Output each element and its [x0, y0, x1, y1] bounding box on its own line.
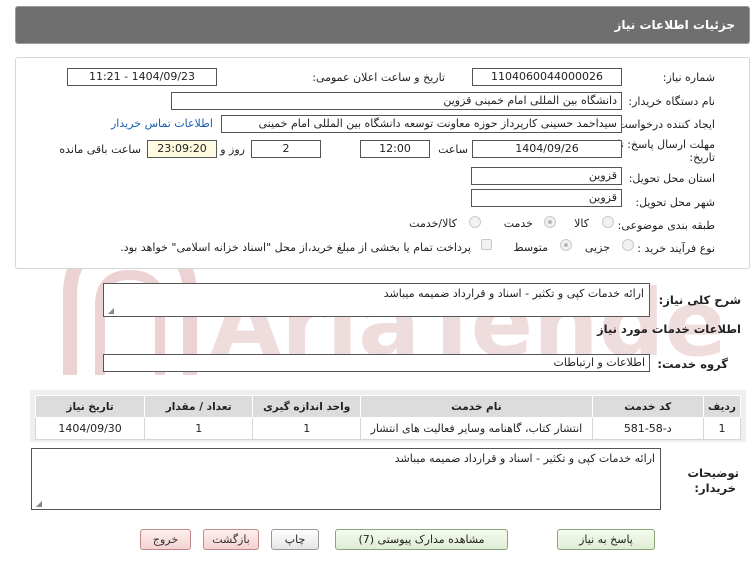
category-goods-service-label: کالا/خدمت — [409, 217, 457, 230]
category-service-radio[interactable] — [544, 216, 556, 228]
resize-handle-icon[interactable]: ◢ — [106, 307, 114, 315]
buyer-notes-label: توضیحات — [687, 466, 740, 480]
back-button[interactable]: بازگشت — [203, 529, 259, 550]
days-label: روز و — [220, 143, 245, 156]
announce-label: تاریخ و ساعت اعلان عمومی: — [312, 71, 445, 84]
view-attachments-button[interactable]: مشاهده مدارک پیوستی (7) — [335, 529, 508, 550]
category-label: طبقه بندی موضوعی: — [617, 219, 715, 232]
category-goods-service-radio[interactable] — [469, 216, 481, 228]
process-minor-label: جزیی — [584, 241, 610, 254]
buyer-notes-text: ارائه خدمات کپی و تکثیر - اسناد و قراردا… — [394, 452, 655, 465]
summary-text: ارائه خدمات کپی و تکثیر - اسناد و قراردا… — [383, 287, 644, 300]
deadline-date-label: تاریخ: — [689, 151, 715, 164]
col-qty-header: تعداد / مقدار — [144, 395, 254, 418]
buyer-contact-link[interactable]: اطلاعات تماس خریدار — [111, 117, 213, 130]
table-header-row: ردیف کد خدمت نام خدمت واحد اندازه گیری ت… — [34, 395, 742, 418]
col-name-header: نام خدمت — [360, 395, 593, 418]
cell-qty: 1 — [144, 417, 254, 440]
print-button[interactable]: چاپ — [271, 529, 319, 550]
category-goods-label: کالا — [574, 217, 589, 230]
treasury-payment-note: پرداخت تمام یا بخشی از مبلغ خرید،از محل … — [120, 241, 471, 254]
reply-button[interactable]: پاسخ به نیاز — [557, 529, 655, 550]
city-field: قزوین — [471, 189, 622, 207]
services-table: ردیف کد خدمت نام خدمت واحد اندازه گیری ت… — [34, 395, 742, 440]
resize-handle-icon[interactable]: ◢ — [34, 500, 42, 508]
remaining-time-label: ساعت باقی مانده — [59, 143, 141, 156]
treasury-payment-checkbox[interactable] — [481, 239, 492, 250]
requester-label: ایجاد کننده درخواست: — [613, 118, 715, 131]
col-row-header: ردیف — [702, 395, 742, 418]
process-medium-label: متوسط — [513, 241, 548, 254]
days-remaining-field: 2 — [251, 140, 321, 158]
cell-name: انتشار کتاب، گاهنامه وسایر فعالیت های ان… — [360, 417, 593, 440]
col-date-header: تاریخ نیاز — [34, 395, 146, 418]
table-row: 1 د-58-581 انتشار کتاب، گاهنامه وسایر فع… — [34, 417, 742, 440]
service-group-label: گروه خدمت: — [657, 357, 728, 371]
exit-button[interactable]: خروج — [140, 529, 191, 550]
buyer-notes-label-2: خریدار: — [694, 481, 736, 495]
cell-code: د-58-581 — [591, 417, 704, 440]
cell-date: 1404/09/30 — [34, 417, 146, 440]
deadline-time-label: ساعت — [438, 143, 468, 156]
summary-field: ارائه خدمات کپی و تکثیر - اسناد و قراردا… — [103, 283, 650, 317]
process-minor-radio[interactable] — [622, 239, 634, 251]
process-medium-radio[interactable] — [560, 239, 572, 251]
deadline-time-field: 12:00 — [360, 140, 430, 158]
buyer-field: دانشگاه بین المللی امام خمینی قزوین — [171, 92, 622, 110]
city-label: شهر محل تحویل: — [635, 196, 715, 209]
buyer-label: نام دستگاه خریدار: — [628, 95, 715, 108]
announce-datetime-field: 1404/09/23 - 11:21 — [67, 68, 217, 86]
page-title: جزئیات اطلاعات نیاز — [614, 18, 735, 32]
details-panel — [15, 57, 750, 269]
category-service-label: خدمت — [503, 217, 533, 230]
province-field: قزوین — [471, 167, 622, 185]
remaining-time-field: 23:09:20 — [147, 140, 217, 158]
col-unit-header: واحد اندازه گیری — [252, 395, 362, 418]
summary-label: شرح کلی نیاز: — [658, 293, 741, 307]
buyer-notes-field: ارائه خدمات کپی و تکثیر - اسناد و قراردا… — [31, 448, 661, 510]
deadline-date-field: 1404/09/26 — [472, 140, 622, 158]
category-goods-radio[interactable] — [602, 216, 614, 228]
services-section-title: اطلاعات خدمات مورد نیاز — [597, 322, 741, 336]
requester-field: سیداحمد حسینی کارپرداز حوزه معاونت توسعه… — [221, 115, 622, 133]
need-number-field: 1104060044000026 — [472, 68, 622, 86]
cell-row: 1 — [702, 417, 742, 440]
col-code-header: کد خدمت — [591, 395, 704, 418]
page-header: جزئیات اطلاعات نیاز — [15, 6, 750, 44]
service-group-field: اطلاعات و ارتباطات — [103, 354, 650, 372]
cell-unit: 1 — [252, 417, 362, 440]
need-number-label: شماره نیاز: — [662, 71, 715, 84]
province-label: استان محل تحویل: — [628, 172, 715, 185]
process-label: نوع فرآیند خرید : — [637, 242, 715, 255]
deadline-label: مهلت ارسال پاسخ: تا — [617, 138, 715, 151]
